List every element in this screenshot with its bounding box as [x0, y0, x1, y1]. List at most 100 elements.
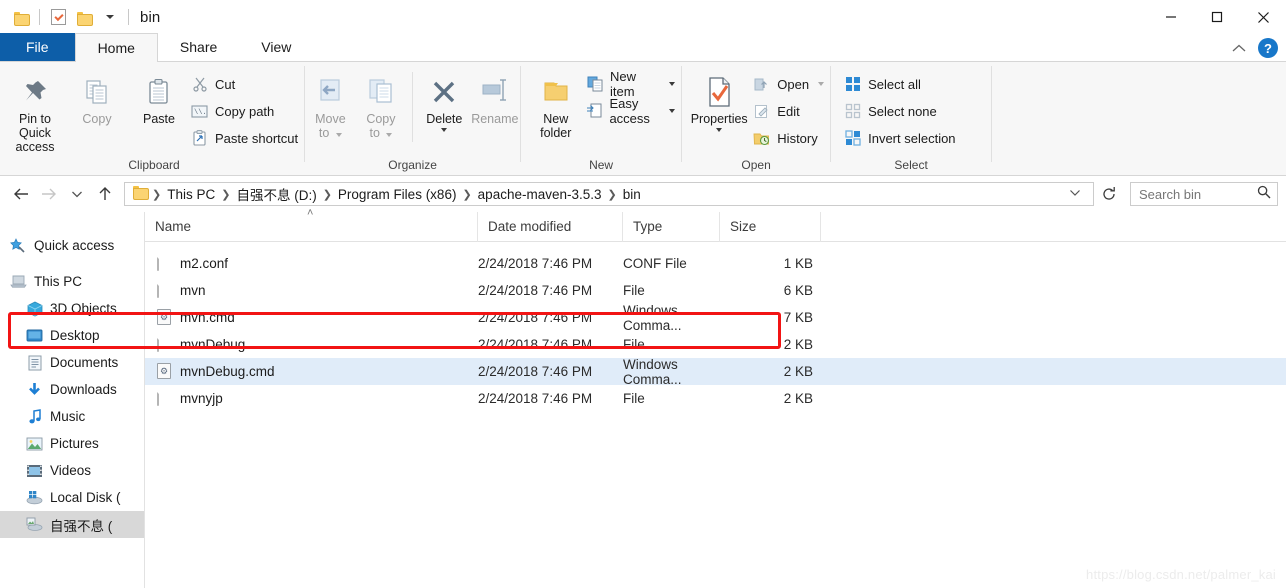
maximize-button[interactable] [1194, 0, 1240, 34]
sidebar-item-local-disk[interactable]: Local Disk ( [0, 484, 144, 511]
sidebar-item-quick-access[interactable]: Quick access [0, 232, 144, 259]
sidebar-item-pictures[interactable]: Pictures [0, 430, 144, 457]
search-box[interactable]: Search bin [1130, 182, 1278, 206]
select-none-button[interactable]: Select none [843, 99, 961, 123]
paste-shortcut-button[interactable]: Paste shortcut [190, 126, 304, 150]
properties-check-icon[interactable] [45, 4, 71, 30]
divider [128, 9, 129, 25]
breadcrumb-item-program-files[interactable]: Program Files (x86) [333, 187, 462, 202]
open-button[interactable]: Open [752, 72, 830, 96]
copy-button[interactable]: Copy [66, 68, 128, 126]
search-icon[interactable] [1257, 185, 1271, 204]
copy-icon [82, 72, 112, 112]
table-row[interactable]: m2.conf 2/24/2018 7:46 PM CONF File 1 KB [145, 250, 1286, 277]
new-folder-icon[interactable] [71, 4, 97, 30]
copy-to-button[interactable]: Copy to [356, 68, 407, 140]
sidebar-item-drive-d[interactable]: 自强不息 ( [0, 511, 144, 538]
rename-button[interactable]: Rename [470, 68, 521, 126]
file-type: File [623, 337, 645, 352]
forward-button[interactable] [36, 181, 62, 207]
breadcrumb-bar[interactable]: ❯ This PC ❯ 自强不息 (D:) ❯ Program Files (x… [124, 182, 1094, 206]
properties-button[interactable]: Properties [688, 68, 750, 132]
window-controls [1148, 0, 1286, 34]
breadcrumb-item-apache-maven[interactable]: apache-maven-3.5.3 [473, 187, 607, 202]
sidebar-item-videos[interactable]: Videos [0, 457, 144, 484]
select-all-button[interactable]: Select all [843, 72, 961, 96]
minimize-button[interactable] [1148, 0, 1194, 34]
breadcrumb-separator: ❯ [221, 188, 231, 201]
close-button[interactable] [1240, 0, 1286, 34]
help-icon[interactable]: ? [1258, 38, 1278, 58]
table-row[interactable]: mvnDebug 2/24/2018 7:46 PM File 2 KB [145, 331, 1286, 358]
breadcrumb-item-drive-d[interactable]: 自强不息 (D:) [231, 184, 321, 204]
chevron-down-icon [818, 82, 825, 86]
chevron-down-icon [335, 133, 342, 137]
tab-file[interactable]: File [0, 33, 75, 61]
easy-access-button[interactable]: Easy access [586, 96, 681, 126]
file-name: mvnDebug.cmd [180, 364, 275, 379]
easy-access-icon [586, 102, 603, 121]
sidebar-item-3d-objects[interactable]: 3D Objects [0, 295, 144, 322]
table-row[interactable]: ⚙ mvn.cmd 2/24/2018 7:46 PM Windows Comm… [145, 303, 1286, 333]
folder-icon[interactable] [8, 4, 34, 30]
tab-share[interactable]: Share [158, 33, 239, 61]
file-name: mvnDebug [180, 337, 246, 352]
file-list-pane: Name ˄ Date modified Type Size m2.conf 2… [145, 207, 1286, 588]
back-button[interactable] [8, 181, 34, 207]
rename-icon [479, 72, 511, 112]
divider [39, 9, 40, 25]
new-folder-button[interactable]: New folder [531, 68, 580, 140]
column-header-size[interactable]: Size [720, 211, 821, 242]
move-to-button[interactable]: Move to [305, 68, 356, 140]
edit-icon [752, 102, 771, 121]
column-header-type[interactable]: Type [623, 211, 720, 242]
table-row[interactable]: mvnyjp 2/24/2018 7:46 PM File 2 KB [145, 385, 1286, 412]
breadcrumb-item-bin[interactable]: bin [618, 187, 646, 202]
refresh-button[interactable] [1096, 181, 1122, 207]
customize-caret-icon[interactable] [97, 4, 123, 30]
chevron-down-icon [716, 128, 723, 132]
pin-to-quick-access-button[interactable]: Pin to Quick access [4, 68, 66, 154]
sidebar-item-downloads[interactable]: Downloads [0, 376, 144, 403]
sidebar-item-label: Quick access [34, 238, 115, 253]
column-header-date-modified[interactable]: Date modified [478, 211, 623, 242]
tab-view[interactable]: View [239, 33, 313, 61]
table-row[interactable]: ⚙ mvnDebug.cmd 2/24/2018 7:46 PM Windows… [145, 356, 1286, 387]
label-line1: Properties [690, 112, 748, 126]
column-header-name[interactable]: Name ˄ [145, 207, 478, 242]
sidebar-item-music[interactable]: Music [0, 403, 144, 430]
tab-home[interactable]: Home [74, 33, 158, 62]
title-bar: bin [0, 0, 1286, 34]
cut-button[interactable]: Cut [190, 72, 304, 96]
sidebar-item-desktop[interactable]: Desktop [0, 322, 144, 349]
cmd-file-icon: ⚙ [157, 363, 171, 380]
breadcrumb-dropdown-icon[interactable] [1061, 188, 1089, 200]
table-row[interactable]: mvn 2/24/2018 7:46 PM File 6 KB [145, 277, 1286, 304]
search-input[interactable]: Search bin [1139, 187, 1201, 202]
recent-locations-button[interactable] [64, 181, 90, 207]
sidebar-item-this-pc[interactable]: This PC [0, 268, 144, 295]
up-button[interactable] [92, 181, 118, 207]
window-title: bin [140, 8, 161, 26]
label-line2: folder [540, 126, 572, 140]
breadcrumb-separator: ❯ [322, 188, 332, 201]
file-type: Windows Comma... [623, 356, 682, 387]
desktop-icon [26, 327, 43, 344]
new-item-button[interactable]: New item [586, 69, 681, 99]
breadcrumb-item-this-pc[interactable]: This PC [162, 187, 220, 202]
label-line2: to [318, 126, 330, 140]
copy-path-button[interactable]: \\.. Copy path [190, 99, 304, 123]
file-type: File [623, 283, 645, 298]
breadcrumb-separator: ❯ [152, 188, 162, 201]
open-icon [752, 75, 771, 94]
new-item-icon [586, 75, 604, 94]
edit-button[interactable]: Edit [752, 99, 830, 123]
paste-button[interactable]: Paste [128, 68, 190, 126]
invert-selection-button[interactable]: Invert selection [843, 126, 961, 150]
history-button[interactable]: History [752, 126, 830, 150]
sidebar-item-documents[interactable]: Documents [0, 349, 144, 376]
pictures-icon [26, 435, 43, 452]
paste-shortcut-label: Paste shortcut [215, 130, 299, 146]
delete-button[interactable]: Delete [419, 68, 470, 132]
chevron-up-icon[interactable] [1232, 41, 1246, 56]
